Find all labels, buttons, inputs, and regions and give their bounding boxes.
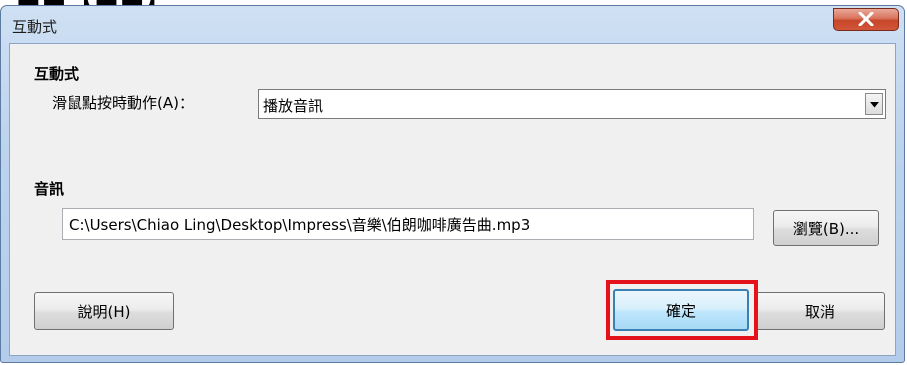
dialog-window: 互動式 互動式 滑鼠點按時動作(A)： 播放音訊 音訊 瀏覽(B)... 說明(… xyxy=(0,5,905,363)
window-title: 互動式 xyxy=(12,18,58,36)
action-select-value: 播放音訊 xyxy=(263,97,324,115)
close-button[interactable] xyxy=(833,8,899,31)
close-icon xyxy=(858,12,874,26)
interactive-section-heading: 互動式 xyxy=(34,65,80,83)
action-label: 滑鼠點按時動作(A)： xyxy=(52,94,194,112)
cancel-button[interactable]: 取消 xyxy=(755,292,885,330)
browse-button[interactable]: 瀏覽(B)... xyxy=(773,210,879,246)
chevron-down-icon xyxy=(870,102,879,108)
audio-file-path-input[interactable] xyxy=(62,208,754,240)
action-select-dropdown-button[interactable] xyxy=(865,93,883,115)
dialog-content: 互動式 滑鼠點按時動作(A)： 播放音訊 音訊 瀏覽(B)... 說明(H) 確… xyxy=(9,43,896,356)
action-select[interactable]: 播放音訊 xyxy=(258,89,886,119)
ok-button-highlight xyxy=(606,280,758,340)
titlebar[interactable]: 互動式 xyxy=(1,6,904,44)
audio-section-heading: 音訊 xyxy=(34,180,65,198)
help-button[interactable]: 說明(H) xyxy=(34,292,174,330)
